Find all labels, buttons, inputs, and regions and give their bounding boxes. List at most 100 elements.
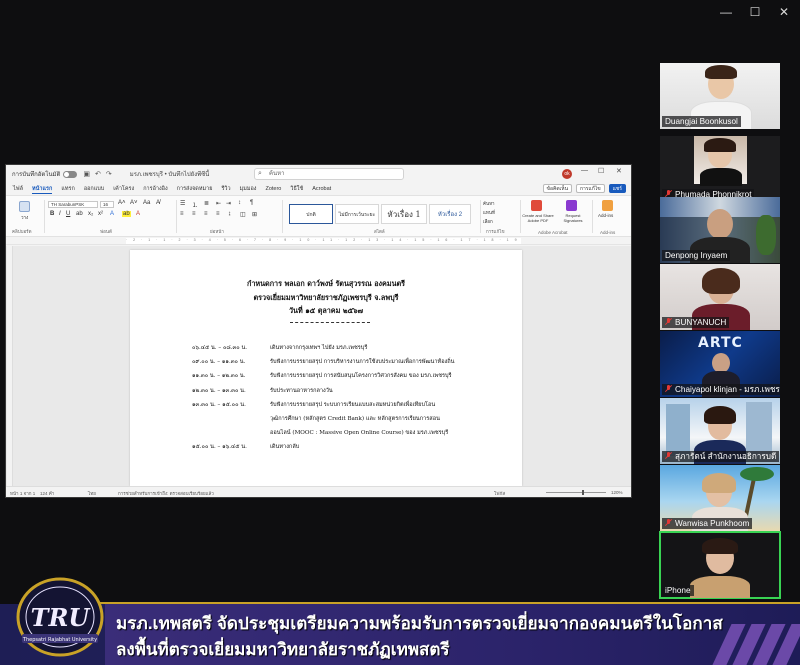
autosave-toggle[interactable] — [63, 170, 78, 178]
increase-indent-icon[interactable]: ⇥ — [226, 200, 231, 207]
font-name-select[interactable]: TH SarabunPSK — [48, 201, 98, 208]
acrobat-group: Create and Share Adobe PDF Request Signa… — [522, 198, 592, 236]
participant-tile[interactable]: Phumada Phonnikrot — [660, 136, 780, 202]
grow-font-icon[interactable]: A˄ — [118, 200, 126, 206]
document-page[interactable]: กำหนดการ พลเอก ดาว์พงษ์ รัตนสุวรรณ องคมน… — [130, 250, 522, 486]
share-button[interactable]: แชร์ — [608, 184, 626, 193]
paste-icon[interactable] — [19, 201, 30, 212]
language-indicator[interactable]: ไทย — [88, 490, 96, 497]
ribbon-tab[interactable]: Acrobat — [312, 186, 331, 192]
bullets-icon[interactable]: ☰ — [180, 200, 185, 207]
autosave-control[interactable]: การบันทึกอัตโนมัติ — [12, 169, 78, 179]
find-button[interactable]: ค้นหา — [483, 200, 495, 207]
align-center-icon[interactable]: ≡ — [192, 211, 196, 217]
ribbon-tab[interactable]: มุมมอง — [240, 185, 257, 193]
save-icon[interactable]: ▣ — [83, 170, 90, 178]
document-name[interactable]: มรภ.เพชรบุรี • บันทึกไปยังพีซีนี้ — [130, 169, 209, 179]
word-count[interactable]: 124 คำ — [40, 490, 54, 497]
user-avatar[interactable]: ok — [562, 169, 572, 179]
vertical-ruler[interactable] — [7, 246, 13, 488]
zoom-level[interactable]: 120% — [611, 490, 623, 495]
multilevel-list-icon[interactable]: ≣ — [204, 200, 209, 207]
search-box[interactable]: ค้นหา — [254, 168, 404, 180]
clear-format-icon[interactable]: A̸ — [156, 200, 160, 206]
accessibility-status[interactable]: การช่วยสำหรับการเข้าถึง: ตรวจสอบเรียบร้อ… — [118, 490, 214, 497]
superscript-icon[interactable]: x² — [98, 211, 103, 217]
word-minimize-icon[interactable]: — — [581, 167, 588, 174]
ribbon-tab[interactable]: วิธีใช้ — [290, 185, 303, 193]
comments-button[interactable]: ข้อคิดเห็น — [542, 184, 572, 193]
select-button[interactable]: เลือก — [483, 218, 493, 225]
create-pdf-label[interactable]: Create and Share Adobe PDF — [522, 213, 554, 223]
italic-icon[interactable]: I — [59, 211, 61, 217]
participant-tile[interactable]: Wanwisa Punkhoom — [660, 465, 780, 531]
ribbon-tab[interactable]: Zotero — [265, 186, 281, 192]
ribbon-tab[interactable]: การส่งจดหมาย — [177, 185, 213, 193]
sort-icon[interactable]: ↕ — [238, 200, 241, 206]
minimize-window-button[interactable]: — — [718, 4, 734, 20]
ribbon-tab[interactable]: หน้าแรก — [32, 185, 53, 194]
news-lower-third-banner: TRU Thepsatri Rajabhat University มรภ.เท… — [0, 574, 800, 665]
font-group-label: ฟอนต์ — [100, 229, 112, 234]
focus-button[interactable]: โฟกัส — [494, 490, 505, 497]
font-size-select[interactable]: 16 — [100, 201, 114, 208]
participant-video — [694, 136, 747, 186]
ribbon-tab[interactable]: รีวิว — [221, 185, 230, 193]
horizontal-ruler[interactable]: ·2·1·1·2·3·4·5·6·7·8·9·10·11·12·13·14·15… — [6, 237, 631, 245]
borders-icon[interactable]: ⊞ — [252, 211, 257, 218]
zoom-slider[interactable] — [546, 490, 606, 495]
style-normal[interactable]: ปกติ — [289, 204, 333, 224]
close-window-button[interactable]: ✕ — [776, 4, 792, 20]
word-close-icon[interactable]: ✕ — [616, 167, 622, 175]
create-pdf-icon[interactable] — [531, 200, 542, 211]
ribbon-tab[interactable]: ไฟล์ — [13, 185, 23, 193]
strikethrough-icon[interactable]: ab — [76, 211, 83, 217]
page-count[interactable]: หน้า 1 จาก 1 — [10, 490, 35, 497]
muted-mic-icon — [665, 318, 672, 326]
word-maximize-icon[interactable]: ☐ — [598, 167, 604, 175]
numbering-icon[interactable]: ⒈ — [192, 200, 198, 209]
palm-tree-background — [740, 467, 774, 481]
line-spacing-icon[interactable]: ↨ — [228, 211, 231, 217]
style-heading-1[interactable]: หัวเรื่อง 1 — [381, 204, 427, 224]
document-canvas[interactable]: กำหนดการ พลเอก ดาว์พงษ์ รัตนสุวรรณ องคมน… — [6, 246, 631, 488]
addins-icon[interactable] — [602, 200, 613, 211]
styles-group-label: สไตล์ — [374, 229, 385, 234]
font-color-icon[interactable]: A — [136, 211, 140, 217]
addins-button[interactable]: Add-ins — [598, 213, 613, 218]
ribbon-tab[interactable]: เค้าโครง — [113, 185, 134, 193]
logo-monogram: TRU — [31, 603, 92, 632]
justify-icon[interactable]: ≡ — [216, 211, 220, 217]
align-left-icon[interactable]: ≡ — [180, 211, 184, 217]
participant-tile[interactable]: ARTC Chaiyapol klinjan - มรภ.เพชรบุรี — [660, 331, 780, 397]
maximize-window-button[interactable]: ☐ — [747, 4, 763, 20]
schedule-title: กำหนดการ พลเอก ดาว์พงษ์ รัตนสุวรรณ องคมน… — [246, 279, 406, 288]
text-effects-icon[interactable]: A — [110, 211, 114, 217]
participant-tile[interactable]: Denpong Inyaem — [660, 197, 780, 263]
participant-tile[interactable]: สุภารัตน์ สำนักงานอธิการบดี — [660, 398, 780, 464]
change-case-icon[interactable]: Aa — [143, 200, 150, 206]
editing-mode-button[interactable]: การแก้ไข — [575, 184, 605, 193]
replace-button[interactable]: แทนที่ — [483, 209, 495, 216]
align-right-icon[interactable]: ≡ — [204, 211, 208, 217]
ribbon-tab[interactable]: การอ้างอิง — [143, 185, 167, 193]
ribbon-tab[interactable]: แทรก — [61, 185, 74, 193]
bold-icon[interactable]: B — [50, 211, 54, 217]
show-marks-icon[interactable]: ¶ — [250, 200, 253, 206]
participant-name: สุภารัตน์ สำนักงานอธิการบดี — [662, 451, 780, 462]
redo-icon[interactable]: ↷ — [106, 170, 112, 178]
participant-tile[interactable]: BUNYANUCH — [660, 264, 780, 330]
undo-icon[interactable]: ↶ — [95, 170, 101, 178]
request-signature-icon[interactable] — [566, 200, 577, 211]
style-no-spacing[interactable]: ไม่มีการเว้นระยะ — [335, 204, 379, 224]
request-signatures-label[interactable]: Request Signatures — [558, 213, 588, 223]
subscript-icon[interactable]: x₂ — [88, 211, 93, 217]
participant-tile[interactable]: Duangjai Boonkusol — [660, 63, 780, 129]
underline-icon[interactable]: U — [66, 211, 70, 217]
highlight-icon[interactable]: ab — [122, 211, 131, 217]
style-heading-2[interactable]: หัวเรื่อง 2 — [429, 204, 471, 224]
shading-icon[interactable]: ◫ — [240, 211, 246, 218]
shrink-font-icon[interactable]: A˅ — [130, 200, 138, 206]
ribbon-tab[interactable]: ออกแบบ — [84, 185, 104, 193]
decrease-indent-icon[interactable]: ⇤ — [216, 200, 221, 207]
